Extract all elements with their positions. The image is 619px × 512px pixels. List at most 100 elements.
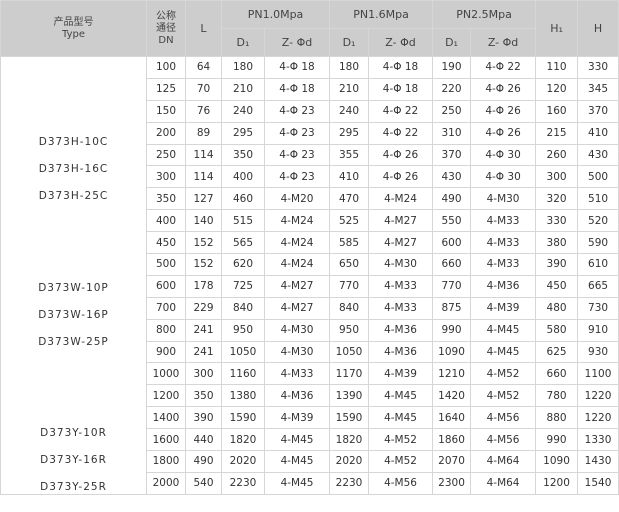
h1-cell: 320 bbox=[535, 187, 579, 211]
pn16-zphi-cell: 4-M33 bbox=[368, 274, 434, 298]
pn25-d1-cell: 600 bbox=[432, 231, 472, 255]
pn10-zphi-cell: 4-M24 bbox=[263, 253, 331, 276]
pn16-header: PN1.6Mpa bbox=[329, 0, 434, 29]
dn-cell: 1200 bbox=[146, 384, 186, 408]
pn16-zphi-cell: 4-Φ 26 bbox=[368, 165, 434, 189]
pn25-d1-cell: 770 bbox=[432, 274, 472, 298]
table-body: D373H-10C D373H-16C D373H-25C D373W-10P D373… bbox=[0, 56, 619, 495]
dn-cell: 350 bbox=[146, 187, 186, 211]
h-cell: 1220 bbox=[577, 384, 619, 408]
pn25-zphi-cell: 4-M45 bbox=[470, 340, 537, 364]
pn25-d1-cell: 2070 bbox=[432, 450, 472, 473]
h-cell: 910 bbox=[577, 318, 619, 342]
spec-table: 产品型号 Type 公称 通径 DN L PN1.0Mpa PN1.6Mpa P… bbox=[0, 0, 619, 495]
l-cell: 140 bbox=[185, 209, 222, 233]
pn16-zphi-cell: 4-M52 bbox=[368, 450, 434, 473]
dn-cell: 700 bbox=[146, 296, 186, 320]
pn25-zphi-cell: 4-M36 bbox=[470, 274, 537, 298]
h1-cell: 660 bbox=[535, 362, 579, 386]
pn25-d1-cell: 875 bbox=[432, 296, 472, 320]
pn25-zphi-cell: 4-M45 bbox=[470, 318, 537, 342]
l-cell: 241 bbox=[185, 340, 222, 364]
pn10-zphi-cell: 4-M30 bbox=[263, 318, 331, 342]
l-cell: 440 bbox=[185, 428, 222, 452]
pn10-d1-cell: 1050 bbox=[221, 340, 265, 364]
pn25-zphi-cell: 4-M33 bbox=[470, 209, 537, 233]
pn10-zphi-cell: 4-M45 bbox=[263, 450, 331, 473]
h1-cell: 780 bbox=[535, 384, 579, 408]
pn25-zphi-cell: 4-Φ 22 bbox=[470, 56, 537, 79]
pn25-d1-cell: 1640 bbox=[432, 406, 472, 430]
pn16-d1-cell: 470 bbox=[329, 187, 370, 211]
pn10-zphi-cell: 4-M27 bbox=[263, 274, 331, 298]
l-cell: 152 bbox=[185, 231, 222, 255]
pn25-zphi-cell: 4-M52 bbox=[470, 384, 537, 408]
pn10-d1-cell: 295 bbox=[221, 121, 265, 145]
dn-cell: 450 bbox=[146, 231, 186, 255]
dn-cell: 250 bbox=[146, 143, 186, 167]
pn16-d1-cell: 1170 bbox=[329, 362, 370, 386]
pn10-d1-cell: 240 bbox=[221, 99, 265, 123]
pn25-d1-cell: 1090 bbox=[432, 340, 472, 364]
pn25-zphi-cell: 4-Φ 26 bbox=[470, 77, 537, 101]
type-model: D373W-25P bbox=[38, 335, 109, 348]
pn16-zphi-cell: 4-M45 bbox=[368, 406, 434, 430]
pn25-d1-cell: 2300 bbox=[432, 471, 472, 495]
pn25-d1-cell: 430 bbox=[432, 165, 472, 189]
pn10-d1-cell: 210 bbox=[221, 77, 265, 101]
pn16-d1-header: D₁ bbox=[329, 28, 370, 57]
l-cell: 178 bbox=[185, 274, 222, 298]
h-cell: 1430 bbox=[577, 450, 619, 473]
pn10-zphi-cell: 4-M36 bbox=[263, 384, 331, 408]
h-cell: 500 bbox=[577, 165, 619, 189]
l-cell: 76 bbox=[185, 99, 222, 123]
h1-cell: 990 bbox=[535, 428, 579, 452]
l-cell: 114 bbox=[185, 165, 222, 189]
pn16-zphi-cell: 4-M24 bbox=[368, 187, 434, 211]
pn16-zphi-cell: 4-Φ 22 bbox=[368, 121, 434, 145]
pn16-zphi-cell: 4-M39 bbox=[368, 362, 434, 386]
pn16-d1-cell: 1820 bbox=[329, 428, 370, 452]
pn10-d1-cell: 2020 bbox=[221, 450, 265, 473]
h-cell: 345 bbox=[577, 77, 619, 101]
l-cell: 127 bbox=[185, 187, 222, 211]
h-cell: 370 bbox=[577, 99, 619, 123]
h-cell: 930 bbox=[577, 340, 619, 364]
pn16-d1-cell: 1590 bbox=[329, 406, 370, 430]
type-model: D373W-10P bbox=[38, 281, 109, 294]
pn10-zphi-cell: 4-Φ 23 bbox=[263, 121, 331, 145]
pn10-d1-cell: 950 bbox=[221, 318, 265, 342]
spec-table-container: 产品型号 Type 公称 通径 DN L PN1.0Mpa PN1.6Mpa P… bbox=[0, 0, 619, 512]
dn-cell: 600 bbox=[146, 274, 186, 298]
pn16-zphi-cell: 4-M33 bbox=[368, 296, 434, 320]
l-cell: 64 bbox=[185, 56, 222, 79]
h-cell: 430 bbox=[577, 143, 619, 167]
type-header: 产品型号 Type bbox=[0, 0, 147, 57]
pn16-zphi-header: Z- Φd bbox=[368, 28, 434, 57]
type-model: D373H-10C bbox=[38, 136, 109, 149]
h-cell: 410 bbox=[577, 121, 619, 145]
h-cell: 520 bbox=[577, 209, 619, 233]
pn25-d1-cell: 550 bbox=[432, 209, 472, 233]
pn16-d1-cell: 840 bbox=[329, 296, 370, 320]
h-header: H bbox=[577, 0, 619, 57]
h1-cell: 160 bbox=[535, 99, 579, 123]
pn25-zphi-cell: 4-M64 bbox=[470, 450, 537, 473]
l-cell: 229 bbox=[185, 296, 222, 320]
pn25-zphi-cell: 4-Φ 26 bbox=[470, 121, 537, 145]
pn25-d1-cell: 490 bbox=[432, 187, 472, 211]
pn16-d1-cell: 650 bbox=[329, 253, 370, 276]
dn-cell: 300 bbox=[146, 165, 186, 189]
l-cell: 70 bbox=[185, 77, 222, 101]
l-cell: 540 bbox=[185, 471, 222, 495]
h-cell: 610 bbox=[577, 253, 619, 276]
l-cell: 241 bbox=[185, 318, 222, 342]
pn25-d1-cell: 310 bbox=[432, 121, 472, 145]
type-model: D373Y-10R bbox=[40, 427, 107, 440]
pn10-d1-cell: 460 bbox=[221, 187, 265, 211]
pn10-d1-cell: 725 bbox=[221, 274, 265, 298]
dn-cell: 125 bbox=[146, 77, 186, 101]
h-cell: 1100 bbox=[577, 362, 619, 386]
pn16-zphi-cell: 4-Φ 26 bbox=[368, 143, 434, 167]
pn10-d1-cell: 400 bbox=[221, 165, 265, 189]
